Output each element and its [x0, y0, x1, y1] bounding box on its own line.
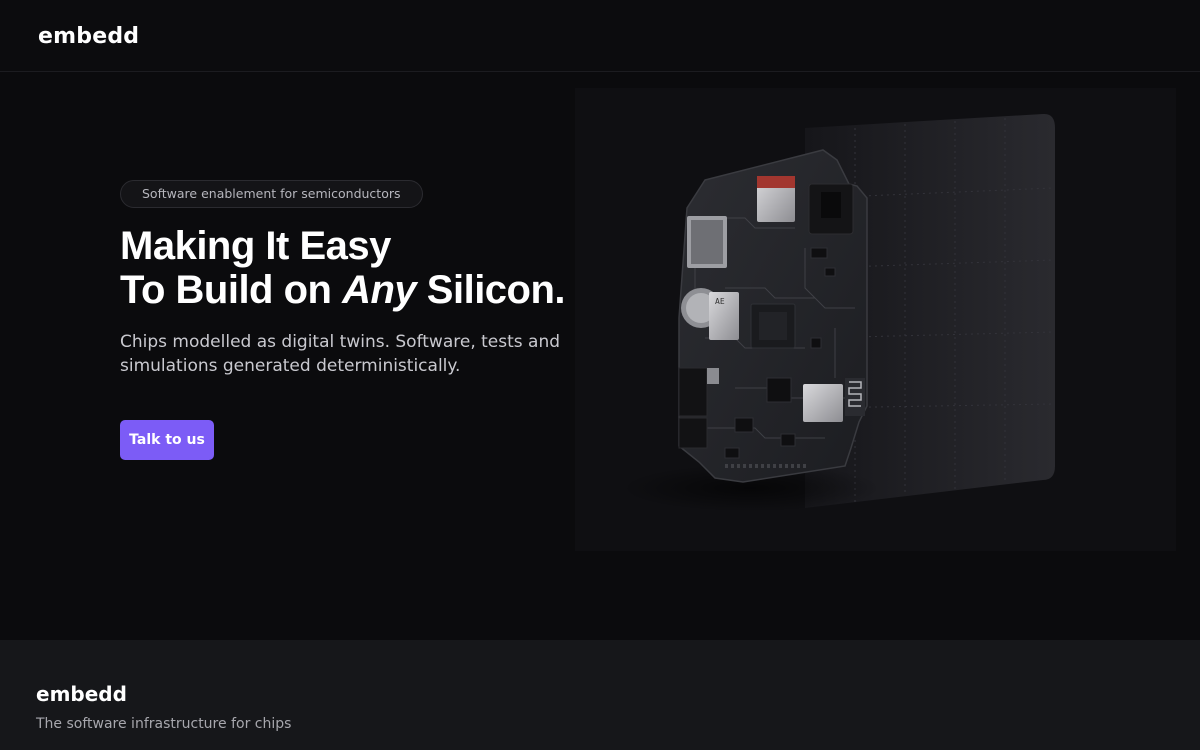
- hero-copy: Software enablement for semiconductors M…: [120, 180, 570, 378]
- circuit-board-image: AE: [575, 88, 1176, 551]
- top-navigation-bar: embedd: [0, 0, 1200, 72]
- headline-line-1: Making It Easy: [120, 224, 391, 268]
- wifi-module: [803, 384, 843, 422]
- headline-suffix: Silicon.: [416, 268, 566, 312]
- hero-description: Chips modelled as digital twins. Softwar…: [120, 332, 561, 376]
- site-footer: embedd The software infrastructure for c…: [0, 640, 1200, 750]
- category-badge: Software enablement for semiconductors: [120, 180, 423, 208]
- logo-text[interactable]: embedd: [38, 24, 139, 49]
- ae-chip-label: AE: [715, 297, 725, 306]
- circuit-board-illustration: AE: [620, 113, 1055, 512]
- hero-headline: Making It Easy To Build on Any Silicon.: [120, 224, 570, 312]
- headline-line-2: To Build on Any Silicon.: [120, 268, 570, 312]
- talk-to-us-button[interactable]: Talk to us: [120, 420, 214, 460]
- headline-emphasis: Any: [342, 268, 417, 312]
- headline-prefix: To Build on: [120, 268, 343, 312]
- footer-logo[interactable]: embedd: [36, 682, 127, 706]
- footer-tagline: The software infrastructure for chips: [36, 716, 292, 732]
- header-connector: [678, 367, 708, 417]
